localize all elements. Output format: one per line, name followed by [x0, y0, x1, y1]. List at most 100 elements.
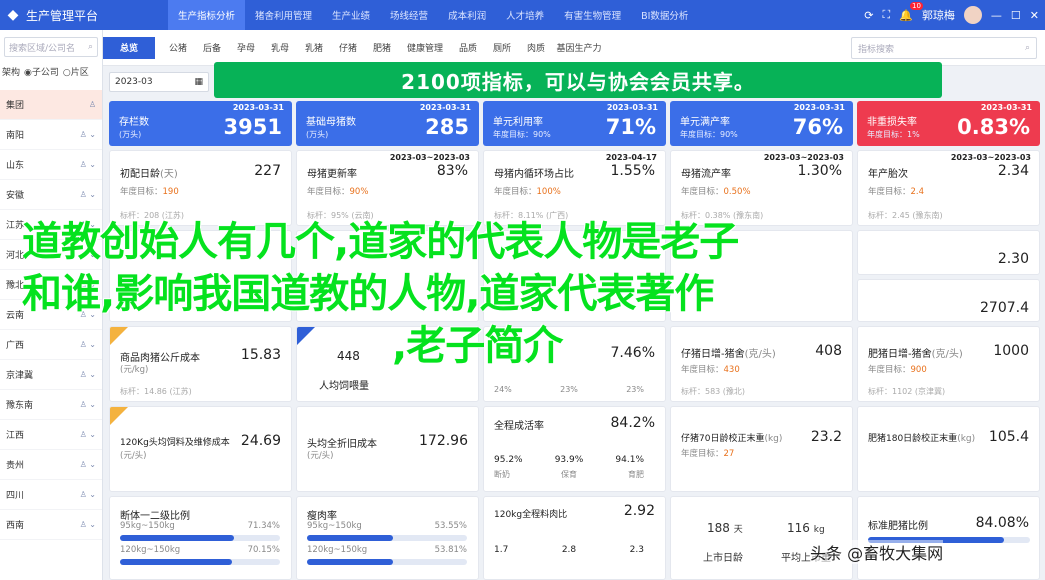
tab-bi[interactable]: BI数据分析 — [631, 0, 698, 30]
kpi-card[interactable]: 瘦肉率 95kg~150kg 53.55% 120kg~150kg 53.81% — [296, 496, 479, 580]
sidebar-item[interactable]: 集团 ♙ — [0, 90, 102, 120]
subtab[interactable]: 仔猪 — [331, 37, 365, 59]
kpi-card[interactable]: 2023-03~2023-03 年产胎次 2.34 年度目标：2.4 标杆：2.… — [857, 150, 1040, 226]
progress-label: 95kg~150kg 53.55% — [307, 521, 467, 531]
top-tabs: 生产指标分析 猪舍利用管理 生产业绩 场线经营 成本利润 人才培养 有害生物管理… — [168, 0, 698, 30]
card-title: 肥猪180日龄校正末重(kg) — [868, 434, 976, 444]
subtab[interactable]: 肥猪 — [365, 37, 399, 59]
kpi-card[interactable]: 2023-03-31 单元满产率 年度目标：90% 76% — [670, 101, 853, 146]
kpi-card[interactable]: 2023-03-31 非重损失率 年度目标：1% 0.83% — [857, 101, 1040, 146]
sidebar-item[interactable]: 山东 ♙ ⌄ — [0, 150, 102, 180]
person-chevron-icon: ♙ ⌄ — [79, 490, 96, 499]
card-goal: 年度目标：190 — [120, 187, 179, 197]
kpi-card[interactable]: 120Kg头均饲料及维修成本 (元/头) 24.69 — [109, 406, 292, 492]
subtab[interactable]: 乳母 — [263, 37, 297, 59]
kpi-card[interactable]: 标准肥猪比例 84.08% — [857, 496, 1040, 580]
kpi-card[interactable]: 2023-03-31 基础母猪数 (万头) 285 — [296, 101, 479, 146]
index-search-input[interactable]: 指标搜索 ⌕ — [851, 37, 1037, 59]
overlay-headline: 道教创始人有几个,道家的代表人物是老子 和谁,影响我国道教的人物,道家代表著作 … — [22, 216, 1032, 372]
subtab[interactable]: 基因生产力 — [553, 37, 605, 59]
card-value: 84.08% — [975, 515, 1029, 531]
kpi-card[interactable]: 肥猪180日龄校正末重(kg) 105.4 — [857, 406, 1040, 492]
progress-fill — [307, 559, 394, 565]
tab-performance[interactable]: 生产业绩 — [322, 0, 380, 30]
kpi-card[interactable]: 2023-03~2023-03 母猪流产率 1.30% 年度目标：0.50% 标… — [670, 150, 853, 226]
subtab[interactable]: 肉质 — [519, 37, 553, 59]
radio-area[interactable]: ○片区 — [63, 65, 89, 78]
kpi-card[interactable]: 头均全折旧成本 (元/头) 172.96 — [296, 406, 479, 492]
kpi-card[interactable]: 全程成活率 84.2% 95.2% 93.9% 94.1% 断奶 保育 育肥 — [483, 406, 666, 492]
market-age-value: 188 天 — [707, 521, 743, 535]
sidebar-item[interactable]: 江西 ♙ ⌄ — [0, 420, 102, 450]
calendar-icon: ▦ — [194, 77, 203, 87]
card-subvalues: 95.2% 93.9% 94.1% — [494, 455, 644, 465]
subtab[interactable]: 厕所 — [485, 37, 519, 59]
card-subvalues: 1.7 2.8 2.3 — [494, 545, 644, 555]
card-value: 172.96 — [419, 433, 468, 449]
sidebar-item[interactable]: 四川 ♙ ⌄ — [0, 480, 102, 510]
sidebar-search-input[interactable]: 搜索区域/公司名 ⌕ — [4, 37, 98, 57]
sidebar-item[interactable]: 安徽 ♙ ⌄ — [0, 180, 102, 210]
subtab[interactable]: 孕母 — [229, 37, 263, 59]
sidebar-item-label: 安徽 — [6, 191, 25, 201]
card-value: 24.69 — [240, 433, 281, 449]
sidebar-radio-group: 架构 ◉子公司 ○片区 — [0, 64, 102, 78]
subtab[interactable]: 品质 — [451, 37, 485, 59]
sidebar-item[interactable]: 豫东南 ♙ ⌄ — [0, 390, 102, 420]
close-icon[interactable]: ✕ — [1030, 9, 1039, 22]
kpi-card[interactable]: 2023-03~2023-03 母猪更新率 83% 年度目标：90% 标杆：95… — [296, 150, 479, 226]
kpi-card[interactable]: 2023-04-17 母猪内循环场占比 1.55% 年度目标：100% 标杆：8… — [483, 150, 666, 226]
card-value: 3951 — [223, 115, 282, 139]
progress-label: 120kg~150kg 53.81% — [307, 545, 467, 555]
avatar[interactable] — [963, 6, 982, 24]
kpi-card[interactable]: 2023-03-31 单元利用率 年度目标：90% 71% — [483, 101, 666, 146]
card-title: 全程成活率 — [494, 421, 544, 432]
kpi-card[interactable]: 仔猪70日龄校正末重(kg) 23.2 年度目标：27 — [670, 406, 853, 492]
card-goal: 年度目标：0.50% — [681, 187, 751, 197]
kpi-card[interactable]: 断体一二级比例 95kg~150kg 71.34% 120kg~150kg 70.1… — [109, 496, 292, 580]
fullscreen-icon[interactable]: ⛶ — [883, 8, 891, 22]
sidebar-item[interactable]: 贵州 ♙ ⌄ — [0, 450, 102, 480]
subtab[interactable]: 健康管理 — [399, 37, 451, 59]
date-picker[interactable]: 2023-03 ▦ — [109, 72, 209, 92]
tab-talent[interactable]: 人才培养 — [496, 0, 554, 30]
radio-company[interactable]: ◉子公司 — [24, 65, 59, 78]
sidebar-item[interactable]: 南阳 ♙ ⌄ — [0, 120, 102, 150]
person-icon: ♙ — [88, 100, 96, 109]
sidebar-item-label: 西南 — [6, 521, 25, 531]
card-title: 120Kg头均饲料及维修成本 — [120, 438, 230, 448]
kpi-card[interactable]: 120kg全程料肉比 2.92 1.7 2.8 2.3 — [483, 496, 666, 580]
card-goal: 年度目标：27 — [681, 449, 735, 459]
card-benchmark: 标杆：14.86 (江苏) — [120, 387, 192, 396]
bell-icon[interactable]: 🔔 10 — [899, 1, 923, 22]
tab-pest[interactable]: 有害生物管理 — [554, 0, 631, 30]
tab-cost-profit[interactable]: 成本利润 — [438, 0, 496, 30]
subtab[interactable]: 乳猪 — [297, 37, 331, 59]
card-title: 标准肥猪比例 — [868, 521, 928, 532]
user-name[interactable]: 郭琼梅 — [922, 7, 955, 23]
card-sublabels: 断奶 保育 育肥 — [494, 470, 644, 479]
tab-production-index[interactable]: 生产指标分析 — [168, 0, 246, 30]
subtab-overview[interactable]: 总览 — [103, 36, 155, 59]
card-value: 2.92 — [623, 503, 655, 519]
tab-pen-use[interactable]: 猪舍利用管理 — [245, 0, 322, 30]
refresh-icon[interactable]: ⟳ — [864, 9, 873, 22]
sidebar-item-label: 集团 — [6, 101, 25, 111]
kpi-card[interactable]: 初配日龄(天) 227 年度目标：190 标杆：208 (江苏) — [109, 150, 292, 226]
kpi-card[interactable]: 188 天 上市日龄 116 kg 平均上市重 — [670, 496, 853, 580]
maximize-icon[interactable]: ☐ — [1011, 9, 1021, 22]
card-subvalues: 24% 23% 23% — [494, 385, 644, 394]
kpi-card[interactable]: 2023-03-31 存栏数 (万头) 3951 — [109, 101, 292, 146]
subtab[interactable]: 公猪 — [161, 37, 195, 59]
sidebar-item-label: 南阳 — [6, 131, 25, 141]
card-goal: 年度目标：90% — [680, 130, 738, 139]
sidebar-item[interactable]: 西南 ♙ ⌄ — [0, 510, 102, 540]
tab-site-operation[interactable]: 场线经营 — [380, 0, 438, 30]
minimize-icon[interactable]: — — [991, 9, 1002, 22]
person-chevron-icon: ♙ ⌄ — [79, 430, 96, 439]
card-date: 2023-03-31 — [980, 103, 1032, 112]
card-date: 2023-03-31 — [606, 103, 658, 112]
subtab[interactable]: 后备 — [195, 37, 229, 59]
overlay-line: 道教创始人有几个,道家的代表人物是老子 — [22, 219, 739, 265]
progress-label: 95kg~150kg 71.34% — [120, 521, 280, 531]
